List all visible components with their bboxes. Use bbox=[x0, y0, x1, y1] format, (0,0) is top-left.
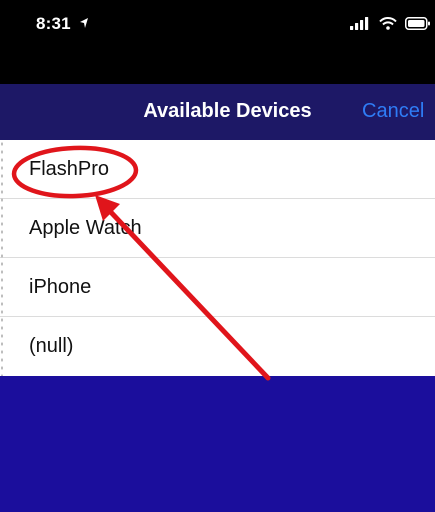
device-label: FlashPro bbox=[29, 158, 110, 180]
status-time-text: 8:31 bbox=[36, 14, 71, 33]
cellular-signal-icon bbox=[350, 17, 369, 30]
device-row-flashpro[interactable]: FlashPro bbox=[0, 140, 435, 199]
list-edge-dots bbox=[0, 140, 4, 376]
device-label: iPhone bbox=[29, 276, 92, 298]
status-time: 8:31 bbox=[36, 14, 89, 34]
location-arrow-icon bbox=[79, 18, 88, 28]
status-bar: 8:31 bbox=[0, 0, 435, 84]
device-list: FlashPro Apple Watch iPhone (null) bbox=[0, 140, 435, 376]
battery-icon bbox=[405, 17, 430, 30]
device-row-iphone[interactable]: iPhone bbox=[0, 258, 435, 317]
device-row-null[interactable]: (null) bbox=[0, 317, 435, 376]
device-label: (null) bbox=[29, 335, 74, 357]
cancel-button[interactable]: Cancel bbox=[362, 100, 424, 123]
status-indicators bbox=[350, 17, 431, 31]
wifi-icon bbox=[378, 17, 397, 30]
navigation-bar: Available Devices Cancel bbox=[0, 84, 435, 140]
device-row-apple-watch[interactable]: Apple Watch bbox=[0, 199, 435, 258]
device-label: Apple Watch bbox=[29, 217, 142, 239]
